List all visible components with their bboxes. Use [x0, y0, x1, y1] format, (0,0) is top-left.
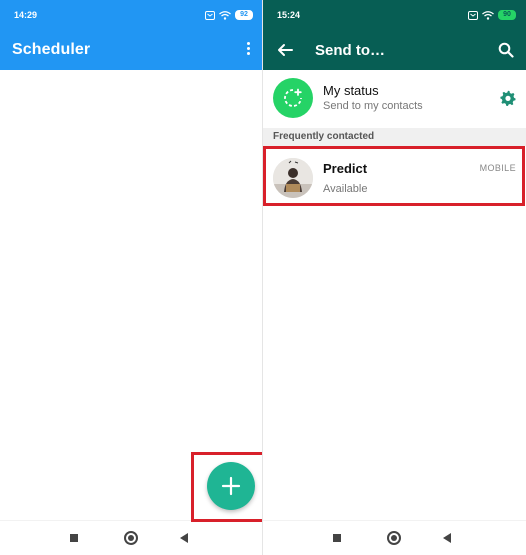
recents-button[interactable]	[333, 534, 341, 542]
recents-button[interactable]	[70, 534, 78, 542]
status-icons: 90	[468, 9, 516, 21]
status-add-icon	[284, 88, 302, 107]
wifi-icon	[482, 10, 494, 20]
status-avatar	[273, 78, 313, 118]
alarm-icon	[205, 10, 215, 20]
home-button[interactable]	[124, 531, 138, 545]
app-bar: Scheduler	[0, 30, 263, 70]
section-header: Frequently contacted	[263, 128, 526, 146]
back-arrow-icon[interactable]	[277, 42, 293, 58]
contact-highlight-box	[263, 146, 525, 206]
my-status-title: My status	[323, 83, 379, 98]
battery-indicator: 90	[498, 10, 516, 20]
app-title: Scheduler	[12, 41, 91, 58]
back-button[interactable]	[443, 533, 451, 543]
status-bar: 15:24 90	[263, 0, 526, 30]
alarm-icon	[468, 10, 478, 20]
send-to-screen: 15:24 90 Send to… My status Send to my c…	[263, 0, 526, 555]
status-bar: 14:29 92	[0, 0, 263, 30]
gear-icon[interactable]	[500, 90, 516, 106]
fab-highlight-box	[191, 452, 267, 522]
my-status-row[interactable]: My status Send to my contacts	[263, 70, 526, 128]
app-bar: Send to…	[263, 30, 526, 70]
battery-indicator: 92	[235, 10, 253, 20]
wifi-icon	[219, 10, 231, 20]
page-title: Send to…	[315, 42, 385, 59]
home-button[interactable]	[387, 531, 401, 545]
my-status-subtitle: Send to my contacts	[323, 100, 423, 112]
screenshot-root: 14:29 92 Scheduler 15:24 90 Send to… My …	[0, 0, 526, 555]
section-header-label: Frequently contacted	[273, 131, 375, 142]
nav-bar	[0, 520, 263, 555]
status-icons: 92	[205, 9, 253, 21]
back-button[interactable]	[180, 533, 188, 543]
more-options-icon[interactable]	[247, 42, 251, 56]
status-time: 15:24	[277, 10, 301, 20]
search-icon[interactable]	[498, 42, 514, 58]
nav-bar	[263, 520, 526, 555]
status-time: 14:29	[14, 10, 38, 20]
